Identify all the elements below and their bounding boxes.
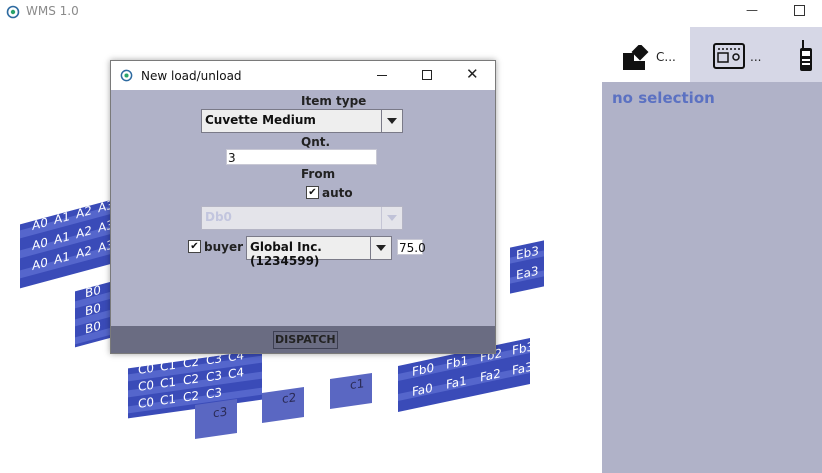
- app-logo-icon: [6, 5, 20, 19]
- bin-label: c2: [282, 390, 297, 407]
- maximize-button[interactable]: [794, 5, 805, 16]
- item-type-select[interactable]: Cuvette Medium: [201, 109, 403, 133]
- rack-cell: Fa0: [412, 380, 433, 400]
- rack-cell: Eb3: [516, 243, 539, 263]
- rack-cell: C3: [206, 385, 223, 402]
- rack-cell: Ea3: [516, 263, 539, 283]
- bin-c1[interactable]: c1: [330, 373, 372, 409]
- dispatch-button[interactable]: DISPATCH: [273, 331, 338, 349]
- from-select: Db0: [201, 206, 403, 230]
- quantity-input[interactable]: 3: [226, 149, 377, 165]
- rack-cell: C0: [138, 377, 155, 395]
- tab-label: C...: [656, 50, 676, 64]
- item-type-label: Item type: [301, 94, 367, 108]
- auto-checkbox[interactable]: ✔: [306, 186, 319, 199]
- rack-cell: Fa1: [446, 373, 467, 392]
- rack-a[interactable]: A0 A1 A2 A3 A0 A1 A2 A3 A0 A1 A2 A3: [20, 197, 114, 289]
- rack-cell: C2: [183, 354, 200, 371]
- side-tab-bar: C... ...: [602, 27, 822, 82]
- minimize-button[interactable]: —: [746, 4, 758, 18]
- from-label: From: [301, 167, 336, 181]
- tab-devices[interactable]: ...: [690, 27, 778, 82]
- app-logo-icon: [120, 69, 133, 82]
- from-value: Db0: [205, 210, 232, 224]
- rack-cell: C1: [160, 391, 177, 408]
- device-panel-icon: [713, 43, 745, 69]
- dialog-close-button[interactable]: ✕: [466, 67, 479, 82]
- chevron-down-icon[interactable]: [381, 110, 402, 132]
- rack-b[interactable]: B0 B0 B0: [75, 280, 115, 348]
- dialog-maximize-button[interactable]: [422, 70, 432, 80]
- dialog-title: New load/unload: [141, 69, 242, 83]
- rack-cell: Fa2: [480, 366, 501, 385]
- bin-label: c1: [350, 376, 365, 393]
- bin-label: c3: [213, 404, 228, 421]
- rack-cell: Fb3: [512, 339, 535, 358]
- rack-cell: C1: [160, 374, 177, 391]
- rack-cell: C4: [228, 365, 245, 382]
- qnt-label: Qnt.: [301, 135, 331, 149]
- dialog-footer: DISPATCH: [111, 326, 495, 353]
- bin-c3[interactable]: c3: [195, 399, 237, 439]
- no-selection-text: no selection: [612, 89, 715, 107]
- rack-cell: C2: [183, 371, 200, 388]
- rack-cell: C0: [138, 394, 155, 412]
- rack-cell: C0: [138, 360, 155, 378]
- tab-radio[interactable]: [778, 27, 822, 82]
- new-load-unload-dialog: New load/unload ✕ Item type Cuvette Medi…: [110, 60, 496, 354]
- app-title: WMS 1.0: [26, 4, 79, 18]
- shapes-icon: [623, 45, 649, 70]
- buyer-select[interactable]: Global Inc. (1234599): [246, 236, 392, 268]
- app-titlebar: WMS 1.0 —: [0, 0, 822, 24]
- walkie-talkie-icon: [800, 40, 812, 71]
- rack-cell: Fb0: [412, 360, 435, 380]
- tab-label: ...: [750, 50, 762, 64]
- buyer-label: buyer: [204, 240, 244, 254]
- rack-cell: Fa3: [512, 359, 533, 378]
- rack-cell: Fb1: [446, 353, 469, 372]
- dialog-titlebar[interactable]: New load/unload ✕: [111, 61, 495, 90]
- item-type-value: Cuvette Medium: [205, 113, 316, 127]
- chevron-down-icon[interactable]: [370, 237, 391, 259]
- bin-c2[interactable]: c2: [262, 387, 304, 423]
- chevron-down-icon: [381, 207, 402, 229]
- auto-label: auto: [322, 186, 353, 200]
- rack-cell: C2: [183, 388, 200, 405]
- dialog-minimize-button[interactable]: [377, 75, 387, 76]
- tab-components[interactable]: C...: [602, 27, 690, 82]
- buyer-checkbox[interactable]: ✔: [188, 240, 201, 253]
- price-input[interactable]: 75.0: [397, 239, 426, 255]
- rack-cell: C3: [206, 368, 223, 385]
- rack-cell: C1: [160, 357, 177, 374]
- rack-e[interactable]: Eb3 Ea3: [510, 240, 544, 294]
- side-panel: C... ... no selection: [602, 27, 822, 473]
